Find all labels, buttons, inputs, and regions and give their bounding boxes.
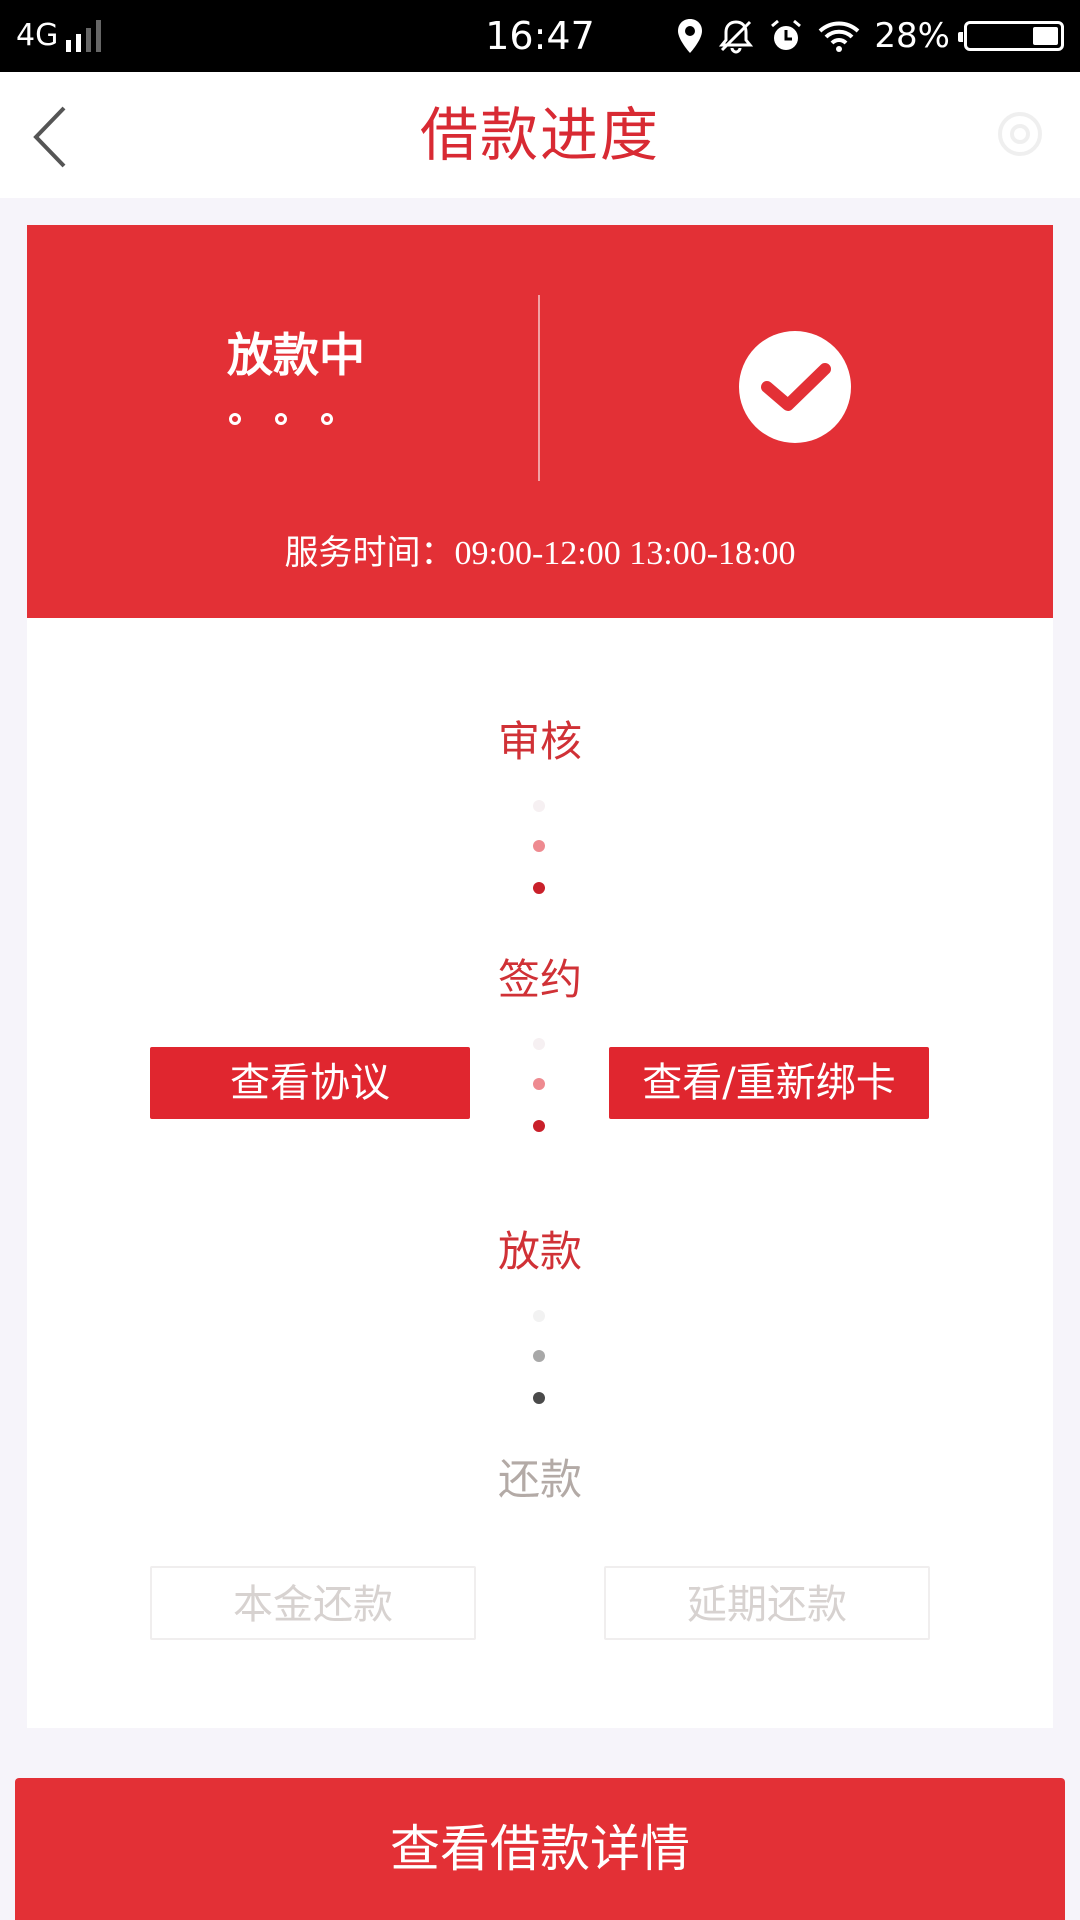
location-icon: [678, 19, 703, 53]
progress-steps: 审核 签约 查看协议 查看/重新绑卡 放款 还款 本金还款 延期还款: [27, 618, 1053, 1728]
gear-icon[interactable]: [990, 104, 1050, 164]
loan-status-card: 放款中 服务时间：09:00-12:00 13:00-18:00: [27, 225, 1053, 618]
page-title: 借款进度: [419, 101, 660, 169]
view-loan-details-button[interactable]: 查看借款详情: [15, 1778, 1065, 1920]
check-circle-icon: [739, 331, 851, 443]
loading-dot: [229, 413, 241, 425]
connector-dot: [533, 840, 545, 852]
service-hours: 服务时间：09:00-12:00 13:00-18:00: [284, 535, 796, 572]
status-bar: 4G 16:47 28%: [0, 0, 1080, 72]
connector-dot: [533, 1078, 545, 1090]
battery-percent: 28%: [874, 16, 950, 56]
nav-header: 借款进度: [0, 72, 1080, 198]
connector-dot: [533, 1392, 545, 1404]
status-icons: 28%: [676, 12, 1064, 60]
step-repay: 还款: [497, 1455, 582, 1504]
step-disburse: 放款: [497, 1227, 582, 1276]
view-agreement-button[interactable]: 查看协议: [150, 1047, 470, 1119]
step-review: 审核: [497, 717, 582, 766]
alarm-icon: [771, 19, 802, 50]
connector-dot: [533, 1120, 545, 1132]
connector-dot: [533, 800, 545, 812]
connector-dot: [533, 882, 545, 894]
wifi-icon: [819, 21, 860, 52]
connector-dot: [533, 1038, 545, 1050]
loading-dot: [275, 413, 287, 425]
extend-repay-button[interactable]: 延期还款: [604, 1566, 930, 1640]
connector-dot: [533, 1310, 545, 1322]
connector-dot: [533, 1350, 545, 1362]
loading-dot: [321, 413, 333, 425]
battery-icon: [958, 21, 1064, 51]
step-sign: 签约: [497, 955, 582, 1004]
rebind-card-button[interactable]: 查看/重新绑卡: [609, 1047, 929, 1119]
mute-bell-icon: [719, 20, 754, 54]
status-label: 放款中: [227, 328, 365, 382]
principal-repay-button[interactable]: 本金还款: [150, 1566, 476, 1640]
card-divider: [538, 295, 540, 481]
